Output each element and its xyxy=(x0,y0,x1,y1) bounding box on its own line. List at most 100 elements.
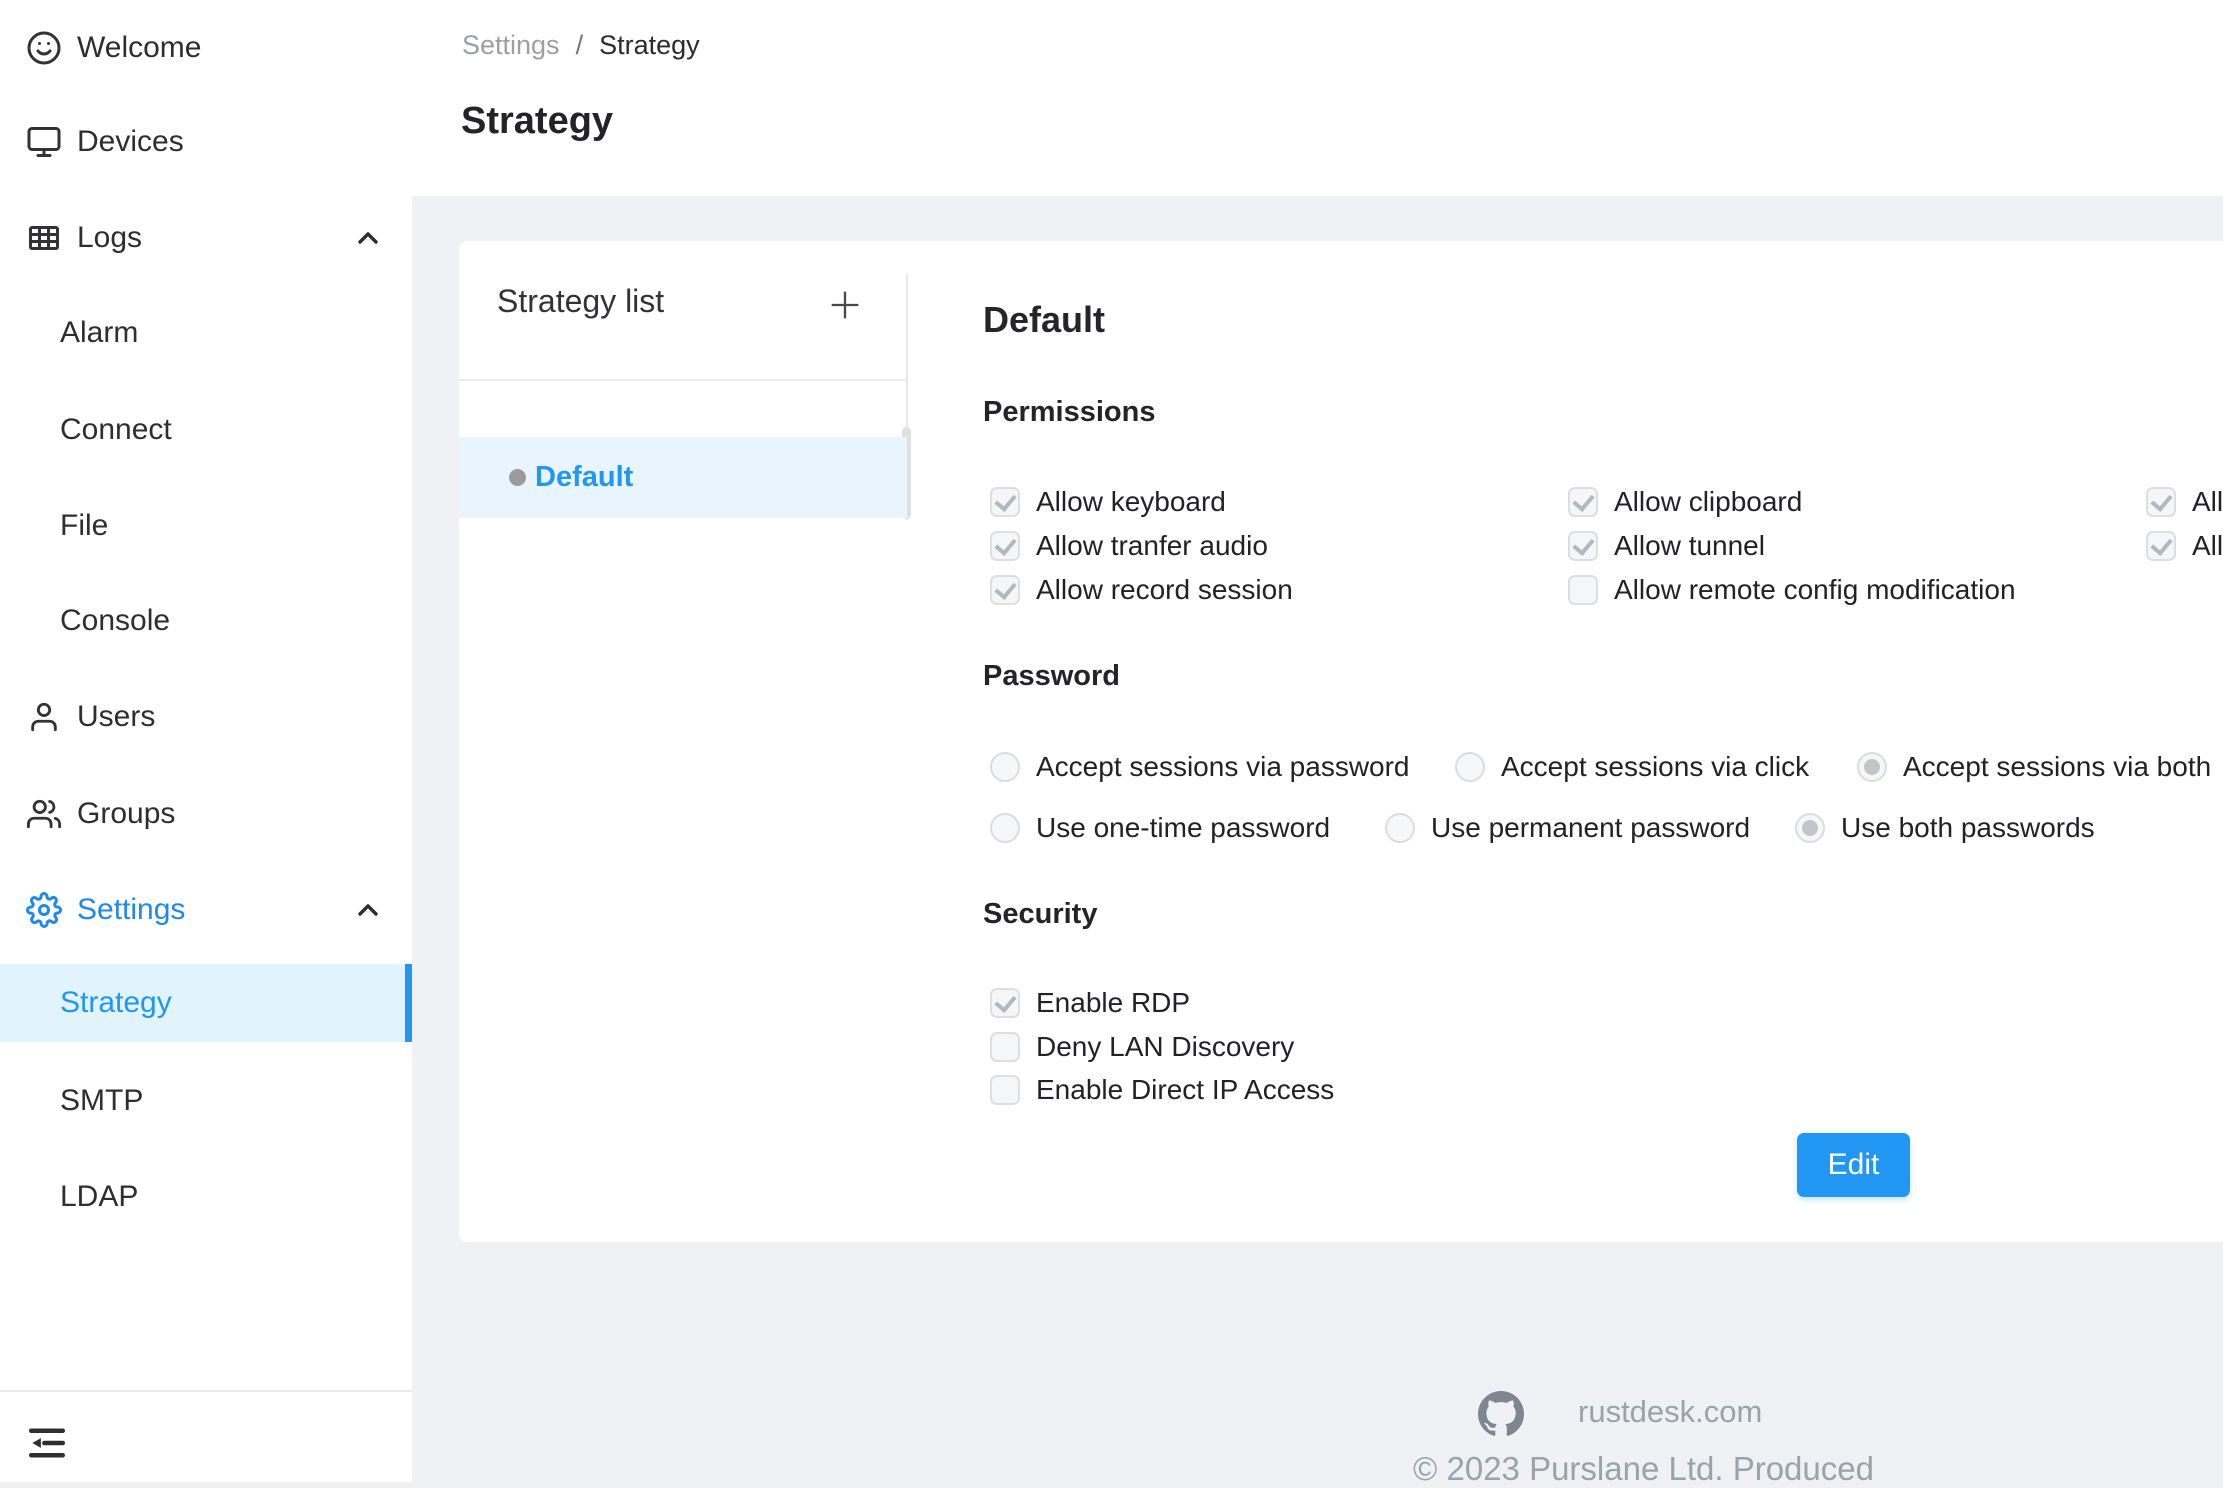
checkbox-icon[interactable] xyxy=(2146,531,2176,561)
sidebar-item-label: SMTP xyxy=(60,1084,143,1118)
strategy-list-item-label: Default xyxy=(535,461,633,494)
checkbox-allow-tranfer-audio[interactable]: Allow tranfer audio xyxy=(990,524,1268,568)
sidebar-item-label: Strategy xyxy=(60,986,172,1020)
sidebar-item-label: Devices xyxy=(77,125,184,159)
radio-label: Use one-time password xyxy=(1036,812,1330,844)
radio-label: Use both passwords xyxy=(1841,812,2095,844)
checkbox-label: Allow clipboard xyxy=(1614,486,1802,518)
sidebar-item-connect[interactable]: Connect xyxy=(0,382,412,478)
checkbox-allow-keyboard[interactable]: Allow keyboard xyxy=(990,480,1226,524)
checkbox-icon[interactable] xyxy=(990,988,1020,1018)
sidebar-item-smtp[interactable]: SMTP xyxy=(0,1053,412,1149)
checkbox-icon[interactable] xyxy=(1568,575,1598,605)
checkbox-allow-truncated-2[interactable]: Allow xyxy=(2146,524,2223,568)
sidebar-item-settings[interactable]: Settings xyxy=(0,862,412,958)
sidebar-item-welcome[interactable]: Welcome xyxy=(0,0,412,96)
checkbox-label: Allow keyboard xyxy=(1036,486,1226,518)
gear-icon xyxy=(26,892,62,928)
radio-accept-sessions-via-both[interactable]: Accept sessions via both xyxy=(1857,745,2211,789)
checkbox-label: Enable Direct IP Access xyxy=(1036,1074,1334,1106)
checkbox-icon[interactable] xyxy=(990,531,1020,561)
sidebar-item-label: File xyxy=(60,509,108,543)
breadcrumb-parent[interactable]: Settings xyxy=(462,30,560,61)
checkbox-icon[interactable] xyxy=(990,487,1020,517)
checkbox-icon[interactable] xyxy=(1568,487,1598,517)
sidebar-item-label: LDAP xyxy=(60,1180,138,1214)
radio-label: Accept sessions via both xyxy=(1903,751,2211,783)
smiley-icon xyxy=(26,30,62,66)
sidebar-item-label: Welcome xyxy=(77,31,201,65)
checkbox-label: Enable RDP xyxy=(1036,987,1190,1019)
checkbox-allow-tunnel[interactable]: Allow tunnel xyxy=(1568,524,1765,568)
table-grid-icon xyxy=(26,220,62,256)
detail-title: Default xyxy=(983,299,1105,341)
edit-button[interactable]: Edit xyxy=(1797,1133,1910,1197)
menu-fold-icon[interactable] xyxy=(26,1422,68,1464)
radio-icon[interactable] xyxy=(1455,752,1485,782)
sidebar-item-label: Connect xyxy=(60,413,172,447)
checkbox-icon[interactable] xyxy=(990,575,1020,605)
sidebar-item-ldap[interactable]: LDAP xyxy=(0,1149,412,1245)
sidebar-item-logs[interactable]: Logs xyxy=(0,190,412,286)
github-icon[interactable] xyxy=(1478,1391,1524,1437)
checkbox-label: Allow tunnel xyxy=(1614,530,1765,562)
sidebar-item-label: Logs xyxy=(77,221,142,255)
sidebar-item-console[interactable]: Console xyxy=(0,573,412,669)
checkbox-allow-truncated-1[interactable]: Allow xyxy=(2146,480,2223,524)
checkbox-label: Allow xyxy=(2192,486,2223,518)
sidebar: Welcome Devices Logs Alarm Connect File … xyxy=(0,0,412,1482)
sidebar-item-devices[interactable]: Devices xyxy=(0,94,412,190)
checkbox-icon[interactable] xyxy=(1568,531,1598,561)
radio-label: Accept sessions via click xyxy=(1501,751,1809,783)
checkbox-icon[interactable] xyxy=(990,1032,1020,1062)
footer-copyright: © 2023 Purslane Ltd. Produced xyxy=(1413,1450,1874,1488)
chevron-up-icon[interactable] xyxy=(352,894,384,926)
sidebar-item-label: Console xyxy=(60,604,170,638)
sidebar-item-file[interactable]: File xyxy=(0,478,412,574)
checkbox-icon[interactable] xyxy=(990,1075,1020,1105)
checkbox-icon[interactable] xyxy=(2146,487,2176,517)
permissions-heading: Permissions xyxy=(983,396,1155,429)
radio-accept-sessions-via-click[interactable]: Accept sessions via click xyxy=(1455,745,1809,789)
sidebar-item-label: Settings xyxy=(77,893,185,927)
checkbox-allow-record-session[interactable]: Allow record session xyxy=(990,568,1293,612)
checkbox-enable-direct-ip-access[interactable]: Enable Direct IP Access xyxy=(990,1068,1334,1112)
radio-use-permanent-password[interactable]: Use permanent password xyxy=(1385,806,1750,850)
password-heading: Password xyxy=(983,660,1120,693)
active-indicator-bar xyxy=(405,964,412,1042)
checkbox-allow-clipboard[interactable]: Allow clipboard xyxy=(1568,480,1802,524)
sidebar-item-label: Alarm xyxy=(60,316,138,350)
radio-use-one-time-password[interactable]: Use one-time password xyxy=(990,806,1330,850)
checkbox-label: Allow record session xyxy=(1036,574,1293,606)
radio-label: Accept sessions via password xyxy=(1036,751,1410,783)
sidebar-item-users[interactable]: Users xyxy=(0,669,412,765)
checkbox-label: Allow tranfer audio xyxy=(1036,530,1268,562)
page-title: Strategy xyxy=(461,100,613,143)
security-heading: Security xyxy=(983,898,1097,931)
sidebar-item-label: Users xyxy=(77,700,155,734)
plus-icon[interactable] xyxy=(825,285,865,325)
radio-icon[interactable] xyxy=(990,752,1020,782)
checkbox-label: Allow xyxy=(2192,530,2223,562)
sidebar-item-strategy[interactable]: Strategy xyxy=(0,964,412,1042)
radio-icon[interactable] xyxy=(1795,813,1825,843)
radio-label: Use permanent password xyxy=(1431,812,1750,844)
users-icon xyxy=(26,796,62,832)
checkbox-allow-remote-config[interactable]: Allow remote config modification xyxy=(1568,568,2016,612)
checkbox-enable-rdp[interactable]: Enable RDP xyxy=(990,981,1190,1025)
breadcrumb-separator: / xyxy=(576,30,584,61)
radio-icon[interactable] xyxy=(990,813,1020,843)
strategy-list-title: Strategy list xyxy=(497,283,664,320)
sidebar-item-label: Groups xyxy=(77,797,175,831)
checkbox-deny-lan-discovery[interactable]: Deny LAN Discovery xyxy=(990,1025,1294,1069)
radio-accept-sessions-via-password[interactable]: Accept sessions via password xyxy=(990,745,1410,789)
gray-dot-icon xyxy=(509,469,526,486)
radio-icon[interactable] xyxy=(1385,813,1415,843)
chevron-up-icon[interactable] xyxy=(352,222,384,254)
footer-link[interactable]: rustdesk.com xyxy=(1578,1394,1762,1430)
sidebar-item-groups[interactable]: Groups xyxy=(0,766,412,862)
strategy-list-item-default[interactable]: Default xyxy=(459,437,907,518)
radio-use-both-passwords[interactable]: Use both passwords xyxy=(1795,806,2095,850)
radio-icon[interactable] xyxy=(1857,752,1887,782)
sidebar-item-alarm[interactable]: Alarm xyxy=(0,285,412,381)
